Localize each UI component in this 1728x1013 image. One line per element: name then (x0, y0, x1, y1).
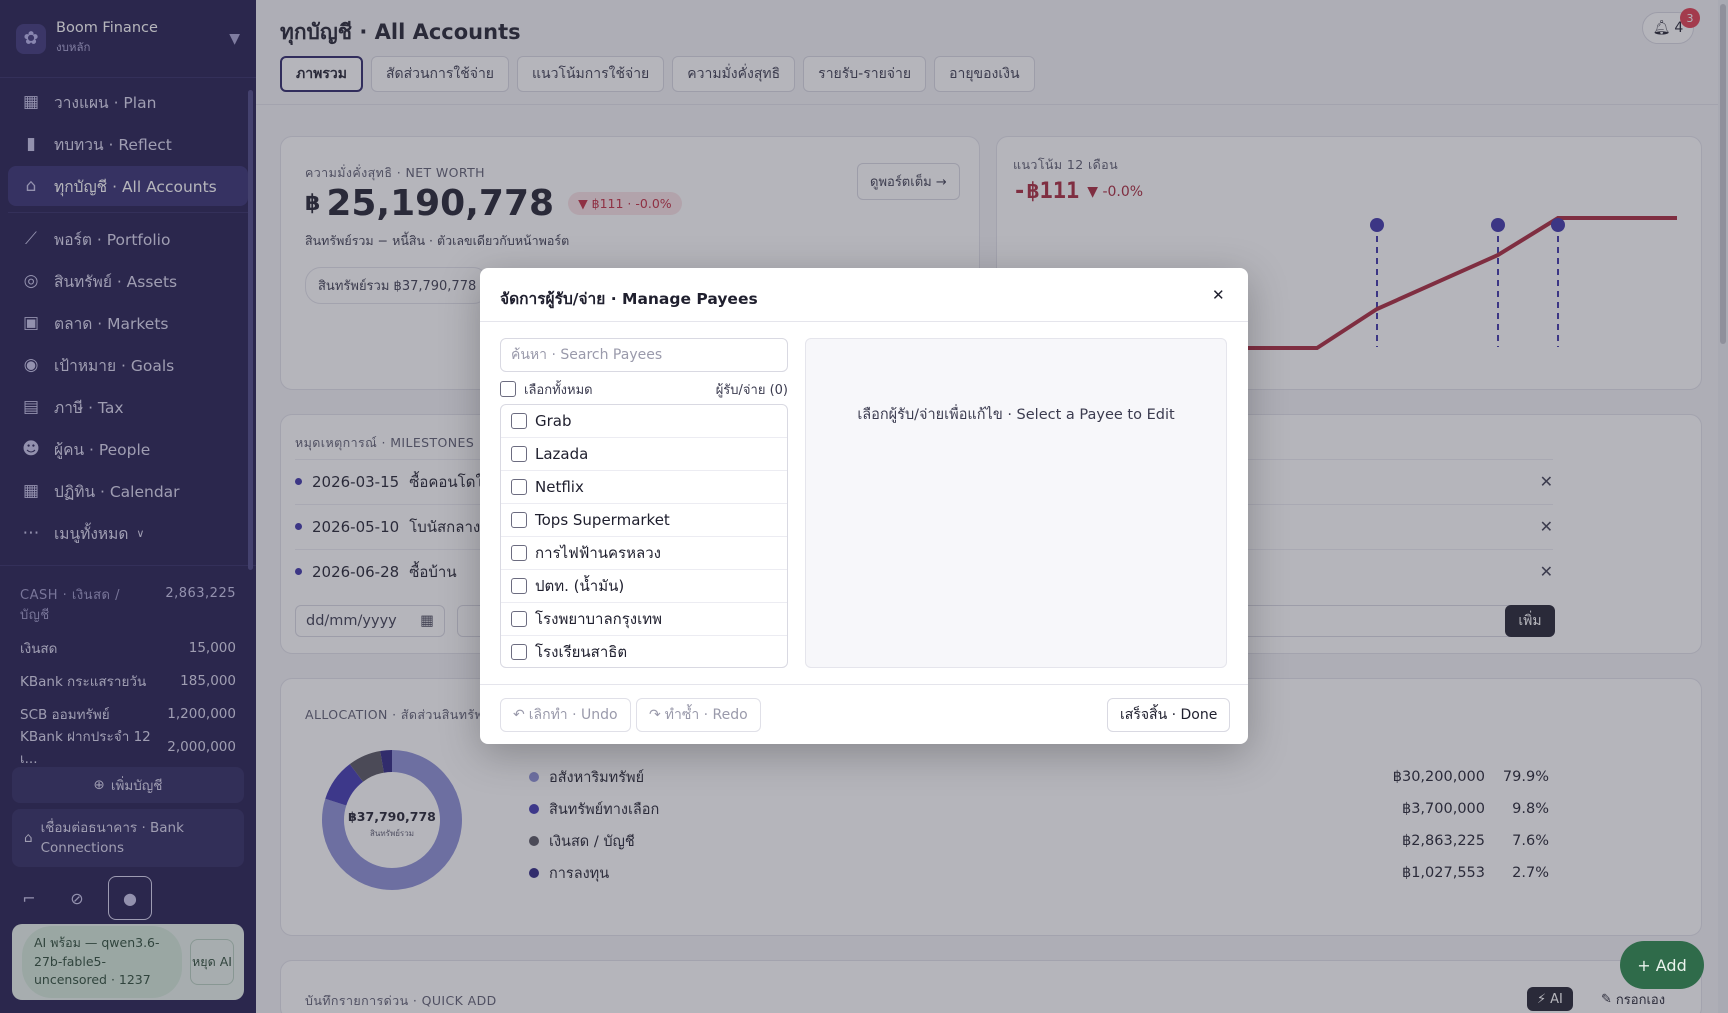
payee-checkbox[interactable] (511, 578, 527, 594)
done-button[interactable]: เสร็จสิ้น · Done (1107, 698, 1231, 732)
payee-name: ปตท. (น้ำมัน) (535, 577, 625, 595)
payee-list: Grab Lazada Netflix Tops Supermarket การ… (500, 404, 788, 668)
payee-checkbox[interactable] (511, 611, 527, 627)
payee-checkbox[interactable] (511, 413, 527, 429)
payee-name: โรงเรียนสาธิต (535, 643, 628, 661)
select-all-label: เลือกทั้งหมด (524, 382, 593, 398)
payee-checkbox[interactable] (511, 545, 527, 561)
modal-title: จัดการผู้รับ/จ่าย · Manage Payees (500, 290, 758, 308)
undo-button[interactable]: ↶ เลิกทำ · Undo (500, 698, 631, 732)
payee-checkbox[interactable] (511, 512, 527, 528)
payee-name: Tops Supermarket (535, 511, 670, 529)
payee-checkbox[interactable] (511, 446, 527, 462)
payee-item[interactable]: โรงเรียนสาธิต (501, 636, 787, 667)
payee-search-input[interactable]: ค้นหา · Search Payees (500, 338, 788, 372)
payee-name: Lazada (535, 445, 589, 463)
payee-item[interactable]: Netflix (501, 471, 787, 504)
select-all-checkbox[interactable] (500, 381, 516, 397)
modal-footer-divider (480, 684, 1248, 685)
close-icon[interactable]: ✕ (1212, 286, 1225, 304)
payee-name: การไฟฟ้านครหลวง (535, 544, 661, 562)
undo-icon: ↶ (513, 707, 525, 723)
payee-name: โรงพยาบาลกรุงเทพ (535, 610, 663, 628)
redo-button[interactable]: ↷ ทำซ้ำ · Redo (636, 698, 761, 732)
select-all-row: เลือกทั้งหมด ผู้รับ/จ่าย (0) (500, 379, 788, 399)
payee-editor-empty-state: เลือกผู้รับ/จ่ายเพื่อแก้ไข · Select a Pa… (857, 407, 1175, 423)
modal-divider (480, 321, 1248, 322)
manage-payees-modal: จัดการผู้รับ/จ่าย · Manage Payees ✕ ค้นห… (480, 268, 1248, 744)
payee-count: ผู้รับ/จ่าย (0) (715, 382, 788, 398)
payee-item[interactable]: การไฟฟ้านครหลวง (501, 537, 787, 570)
payee-editor-panel: เลือกผู้รับ/จ่ายเพื่อแก้ไข · Select a Pa… (805, 338, 1227, 668)
payee-name: Grab (535, 412, 572, 430)
payee-item[interactable]: Grab (501, 405, 787, 438)
add-fab-button[interactable]: + Add (1620, 941, 1704, 989)
payee-checkbox[interactable] (511, 644, 527, 660)
payee-item[interactable]: โรงพยาบาลกรุงเทพ (501, 603, 787, 636)
undo-label: เลิกทำ · Undo (528, 707, 618, 723)
payee-item[interactable]: ปตท. (น้ำมัน) (501, 570, 787, 603)
redo-label: ทำซ้ำ · Redo (664, 707, 748, 723)
payee-name: Netflix (535, 478, 584, 496)
payee-item[interactable]: Lazada (501, 438, 787, 471)
redo-icon: ↷ (649, 707, 661, 723)
payee-checkbox[interactable] (511, 479, 527, 495)
payee-item[interactable]: Tops Supermarket (501, 504, 787, 537)
